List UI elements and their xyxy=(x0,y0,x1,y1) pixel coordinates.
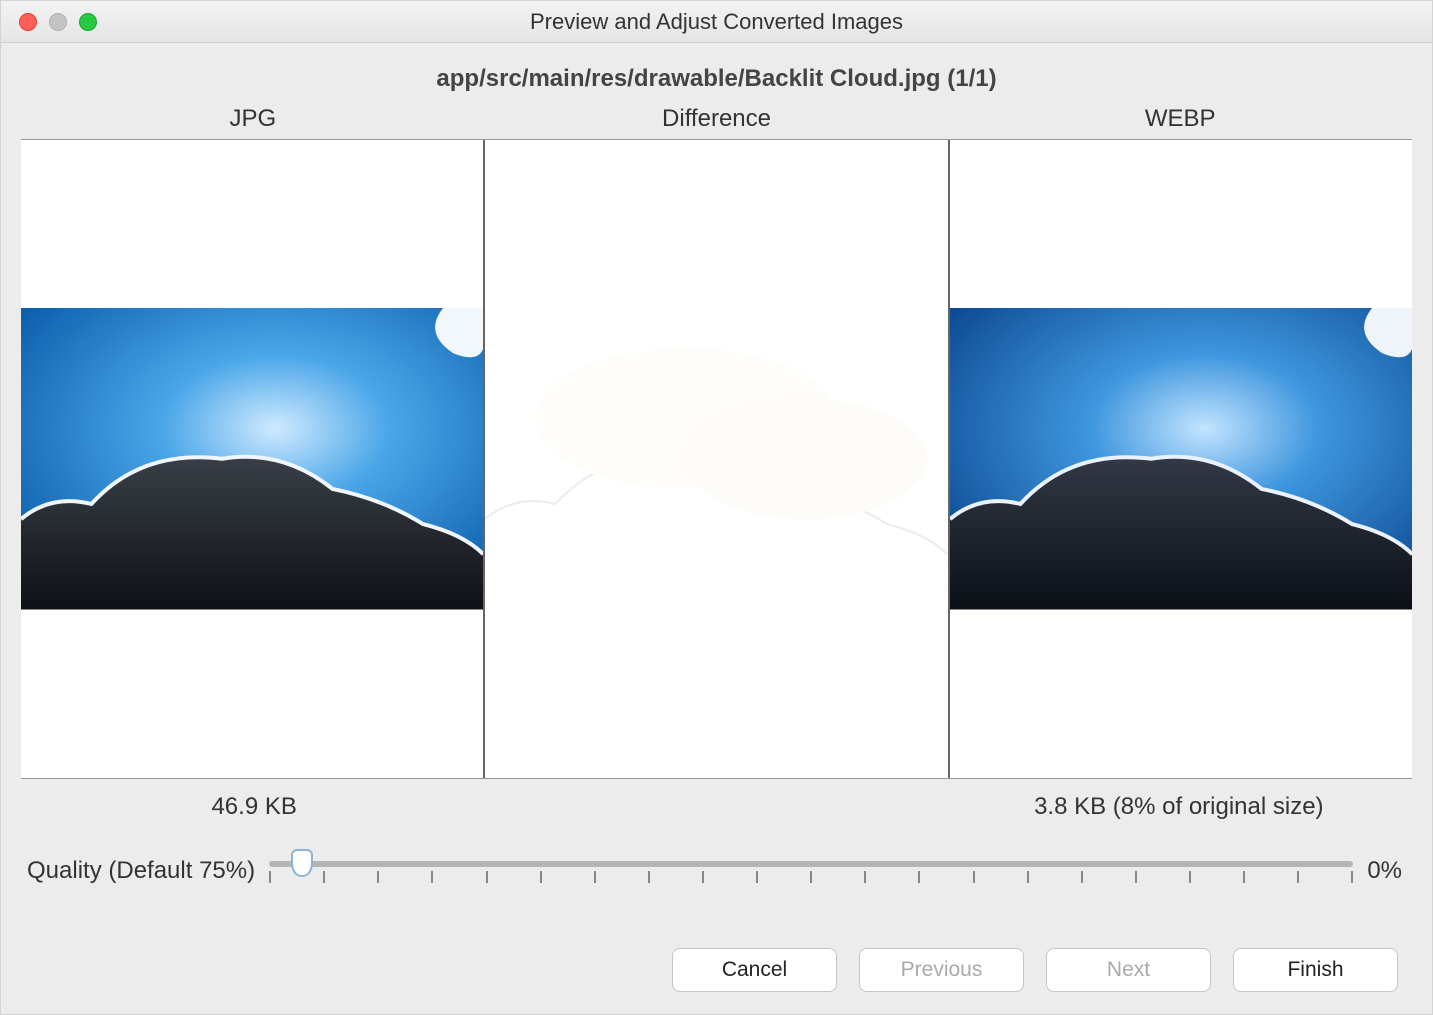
original-image xyxy=(21,308,483,610)
file-path-label: app/src/main/res/drawable/Backlit Cloud.… xyxy=(21,65,1412,93)
difference-image xyxy=(485,308,947,610)
size-row: 46.9 KB 3.8 KB (8% of original size) xyxy=(23,793,1410,821)
previous-button[interactable]: Previous xyxy=(859,948,1024,992)
next-button[interactable]: Next xyxy=(1046,948,1211,992)
preview-panes xyxy=(21,139,1412,779)
col-header-middle: Difference xyxy=(485,105,949,133)
converted-image xyxy=(950,308,1412,610)
quality-row: Quality (Default 75%) 0% xyxy=(23,851,1410,891)
col-header-right: WEBP xyxy=(948,105,1412,133)
cancel-button[interactable]: Cancel xyxy=(672,948,837,992)
column-headers: JPG Difference WEBP xyxy=(21,105,1412,133)
quality-value: 0% xyxy=(1367,857,1410,885)
col-header-left: JPG xyxy=(21,105,485,133)
original-image-pane xyxy=(21,140,483,778)
quality-slider[interactable] xyxy=(269,851,1353,891)
button-row: Cancel Previous Next Finish xyxy=(1,942,1432,1014)
dialog-window: Preview and Adjust Converted Images app/… xyxy=(0,0,1433,1015)
finish-button[interactable]: Finish xyxy=(1233,948,1398,992)
original-size-label: 46.9 KB xyxy=(23,793,485,821)
quality-label: Quality (Default 75%) xyxy=(23,857,255,885)
converted-image-pane xyxy=(950,140,1412,778)
converted-size-label: 3.8 KB (8% of original size) xyxy=(948,793,1410,821)
difference-image-pane xyxy=(485,140,947,778)
window-title: Preview and Adjust Converted Images xyxy=(1,9,1432,35)
titlebar: Preview and Adjust Converted Images xyxy=(1,1,1432,43)
